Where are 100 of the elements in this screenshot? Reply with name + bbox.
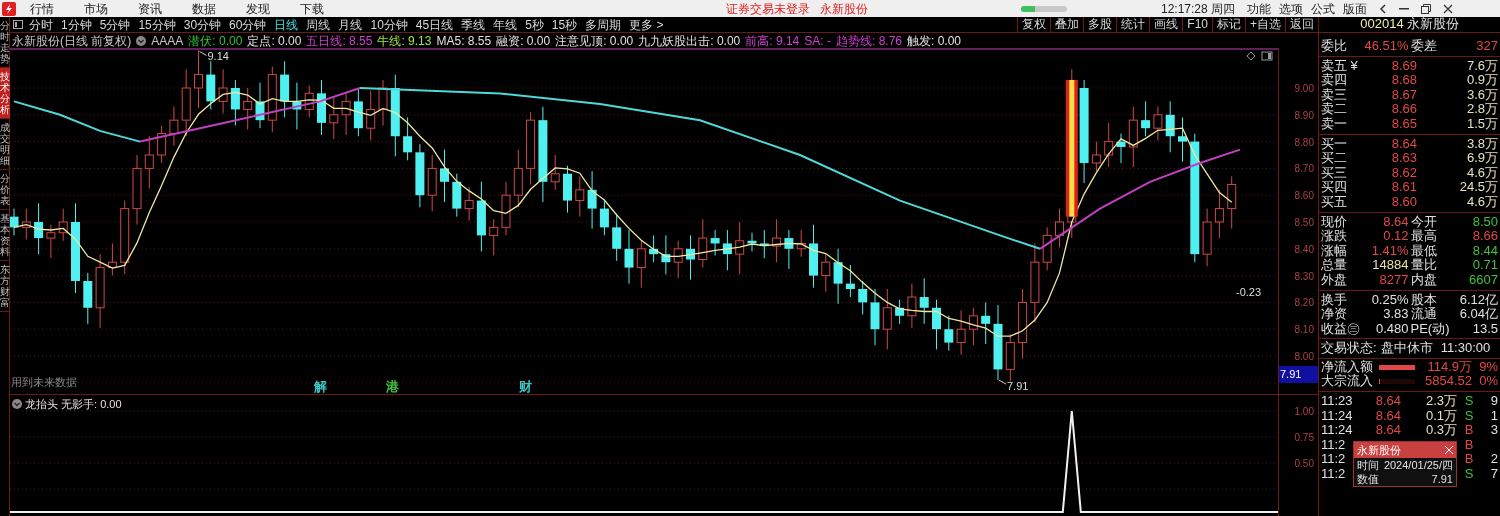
candlestick (1214, 189, 1224, 239)
menu-item[interactable]: 市场 (80, 0, 112, 17)
stock-code: 002014 (1360, 17, 1404, 32)
menu-item[interactable]: 发现 (242, 0, 274, 17)
candlestick (809, 224, 818, 289)
menu-item[interactable]: 行情 (26, 0, 58, 17)
period-tab[interactable]: 季线 (461, 15, 486, 34)
period-tab[interactable]: 5秒 (525, 15, 544, 34)
chevron-circle-icon[interactable] (136, 35, 147, 46)
period-tab[interactable]: 5分钟 (99, 15, 131, 34)
quote-value: 8277 (1378, 272, 1409, 288)
candlestick (722, 229, 732, 271)
period-tab[interactable]: 15秒 (551, 15, 578, 34)
tick-side: S (1463, 394, 1475, 409)
candlestick (366, 90, 376, 141)
quote-value: 1.41% (1370, 243, 1409, 259)
panel-icon[interactable] (1261, 51, 1273, 61)
period-tab[interactable]: 日线 (274, 15, 299, 34)
toolbar-button[interactable]: 画线 (1149, 17, 1183, 32)
quote-label: 股本 (1410, 292, 1437, 307)
toolbar-button[interactable]: 叠加 (1050, 17, 1084, 32)
menu-item[interactable]: 数据 (188, 0, 220, 17)
panel-toggle-icon[interactable] (13, 20, 23, 29)
legend-item: 潜伏: 0.00 (188, 33, 243, 48)
toolbar-button[interactable]: F10 (1182, 17, 1212, 32)
legend-item: 趋势线: 8.76 (835, 33, 902, 48)
period-tab[interactable]: 60分钟 (229, 15, 267, 34)
chevron-circle-icon[interactable] (12, 399, 22, 410)
candlestick (796, 229, 806, 258)
candlestick (649, 234, 659, 263)
toolbar-menu-item[interactable]: 版面 (1343, 0, 1368, 17)
quote-label: 内盘 (1410, 272, 1437, 288)
candlestick (255, 82, 265, 129)
legend-item: 牛线: 9.13 (377, 33, 432, 48)
toolbar-menu-item[interactable]: 功能 (1247, 0, 1272, 17)
period-tab[interactable]: 1分钟 (61, 15, 92, 34)
order-volume: 3.6万 (1465, 87, 1498, 103)
indicator-legend: 龙抬头 无影手: 0.00 (25, 396, 122, 413)
stock-name: 永新股份 (1406, 17, 1459, 32)
restore-icon[interactable] (1421, 3, 1432, 14)
warning-text: 用到未来数据 (11, 375, 77, 390)
event-marker: 财 (518, 380, 533, 393)
candlestick (403, 117, 413, 161)
period-tab[interactable]: 更多 > (629, 15, 664, 34)
candlestick (304, 84, 314, 118)
period-tab[interactable]: 30分钟 (183, 15, 222, 34)
order-level-label: 卖二 (1321, 102, 1348, 117)
flow-label: 大宗流入 (1321, 374, 1374, 390)
period-tab[interactable]: 多周期 (585, 15, 622, 34)
quote-label: 流通 (1410, 307, 1437, 322)
candlestick (10, 208, 19, 236)
side-tab[interactable]: 分价表 (0, 170, 10, 210)
toolbar-button[interactable]: 统计 (1116, 17, 1150, 32)
toolbar-button[interactable]: +自选 (1245, 17, 1285, 32)
quote-value: 0.480 (1374, 321, 1409, 337)
candlestick (858, 280, 868, 315)
order-price: 8.61 (1390, 180, 1417, 195)
period-tab[interactable]: 15分钟 (138, 15, 176, 34)
quote-value: 8.44 (1471, 243, 1498, 259)
tooltip-value: 7.91 (1431, 472, 1453, 486)
toolbar-button[interactable]: 返回 (1285, 17, 1318, 32)
quote-label: 涨幅 (1321, 243, 1347, 258)
candlestick (476, 181, 486, 252)
candlestick (759, 229, 769, 259)
tick-count: 3 (1489, 423, 1498, 438)
period-tab[interactable]: 月线 (338, 15, 363, 34)
change-label: -0.23 (1236, 285, 1262, 300)
order-price: 8.65 (1390, 116, 1417, 132)
period-tab[interactable]: 分时 (29, 15, 53, 34)
toolbar-menu-item[interactable]: 选项 (1279, 0, 1304, 17)
close-icon[interactable] (1443, 3, 1454, 14)
legend-item: 定点: 0.00 (247, 33, 302, 48)
quote-value: 6.04亿 (1458, 307, 1498, 322)
order-price: 8.60 (1390, 194, 1417, 210)
candlestick (1042, 226, 1052, 271)
legend-item: 前高: 9.14 (745, 33, 800, 48)
menu-item[interactable]: 资讯 (134, 0, 166, 17)
candlestick (489, 218, 499, 256)
period-tab[interactable]: 45日线 (415, 15, 454, 34)
period-tab[interactable]: 年线 (493, 15, 518, 34)
tick-volume: 0.1万 (1424, 408, 1457, 424)
period-tab[interactable]: 周线 (306, 15, 331, 34)
tick-side: S (1463, 408, 1475, 424)
toolbar-menu-item[interactable]: 公式 (1311, 0, 1336, 17)
side-tab[interactable]: 技术分析 (0, 68, 10, 119)
menu-item[interactable]: 下载 (296, 0, 328, 17)
price-axis-label: 8.60 (1294, 189, 1314, 204)
tick-price: 8.64 (1374, 394, 1401, 409)
period-tab[interactable]: 10分钟 (370, 15, 408, 34)
side-tab[interactable]: 成交明细 (0, 119, 10, 170)
candlestick (144, 135, 154, 189)
toolbar-button[interactable]: 多股 (1083, 17, 1117, 32)
toolbar-button[interactable]: 标记 (1212, 17, 1245, 32)
minimize-icon[interactable] (1399, 7, 1410, 10)
order-price: 8.69 (1390, 58, 1417, 74)
indicator-axis-label: 1.00 (1294, 405, 1314, 419)
toolbar-button[interactable]: 复权 (1017, 17, 1051, 32)
diamond-icon[interactable] (1246, 51, 1256, 61)
candlestick (243, 87, 253, 131)
back-icon[interactable] (1379, 3, 1388, 14)
